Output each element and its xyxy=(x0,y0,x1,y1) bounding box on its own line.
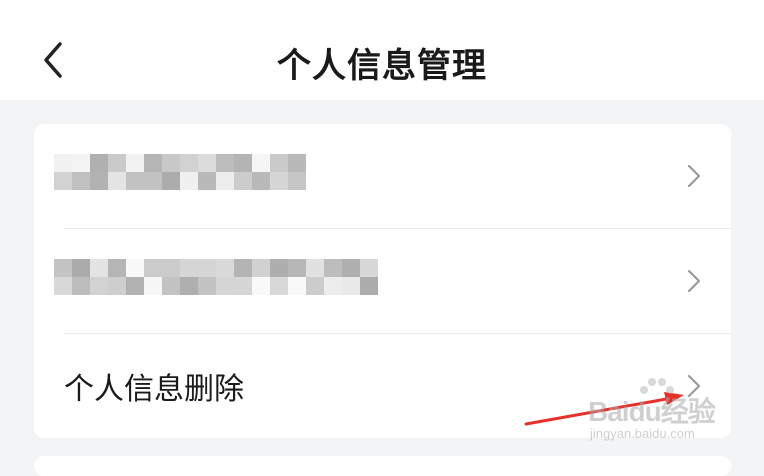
next-card-edge xyxy=(34,456,731,476)
chevron-right-icon xyxy=(687,374,701,398)
list-item-redacted-2[interactable] xyxy=(34,229,731,333)
redacted-label xyxy=(54,154,306,190)
chevron-right-icon xyxy=(687,164,701,188)
list-item-redacted-1[interactable] xyxy=(34,124,731,228)
list-item-label: 个人信息删除 xyxy=(64,372,244,407)
list-item-personal-info-delete[interactable]: 个人信息删除 xyxy=(34,334,731,438)
page-title: 个人信息管理 xyxy=(277,46,487,86)
chevron-right-icon xyxy=(687,269,701,293)
settings-list: 个人信息删除 xyxy=(34,124,731,438)
app-header: 个人信息管理 xyxy=(0,0,764,100)
redacted-label xyxy=(54,259,378,295)
